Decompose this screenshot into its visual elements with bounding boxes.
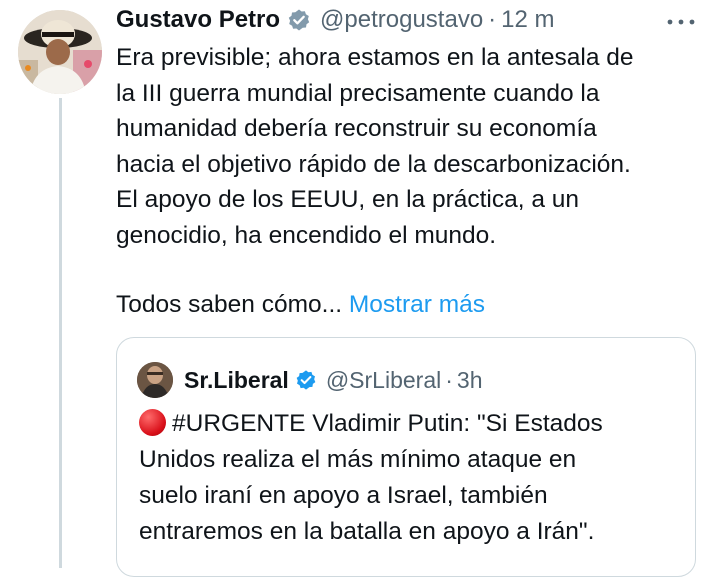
quoted-author-avatar[interactable] [137, 362, 173, 398]
quoted-author-name[interactable]: Sr.Liberal [184, 367, 289, 394]
truncated-text: Todos saben cómo... [116, 291, 343, 318]
more-options-icon[interactable] [666, 14, 696, 25]
truncated-line: Todos saben cómo... Mostrar más [116, 287, 485, 323]
separator-dot: · [488, 6, 497, 33]
quoted-tweet-timestamp[interactable]: 3h [457, 367, 483, 394]
thread-line [59, 98, 62, 568]
author-name[interactable]: Gustavo Petro [116, 6, 280, 34]
quoted-avatar-photo [137, 362, 173, 398]
quoted-tweet-header: Sr.Liberal @SrLiberal · 3h [184, 363, 483, 397]
quoted-separator-dot: · [445, 366, 453, 393]
author-avatar[interactable] [18, 10, 102, 94]
verified-badge-icon [287, 8, 311, 32]
author-handle[interactable]: @petrogustavo [320, 6, 483, 34]
red-circle-icon [139, 409, 166, 436]
avatar-photo [18, 10, 102, 94]
quoted-verified-badge-icon [295, 369, 317, 391]
tweet-timestamp[interactable]: 12 m [501, 6, 554, 34]
quoted-author-handle[interactable]: @SrLiberal [326, 367, 441, 394]
show-more-link[interactable]: Mostrar más [349, 291, 485, 318]
quoted-tweet-body: #URGENTE Vladimir Putin: "Si Estados Uni… [139, 406, 691, 550]
tweet-header: Gustavo Petro @petrogustavo · 12 m [116, 4, 555, 36]
quoted-tweet-text: #URGENTE Vladimir Putin: "Si Estados Uni… [139, 410, 603, 545]
tweet-text: Era previsible; ahora estamos en la ante… [116, 44, 634, 249]
